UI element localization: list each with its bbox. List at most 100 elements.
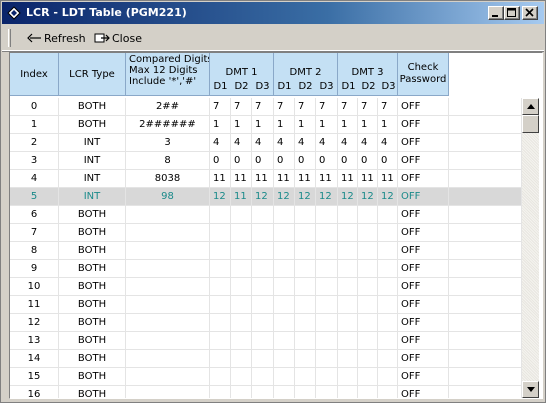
cell-dmt1-d2[interactable]: 4 [231,134,252,152]
cell-dmt1-d3[interactable] [252,260,274,278]
cell-dmt2-d3[interactable]: 1 [316,116,338,134]
vertical-scrollbar[interactable] [522,98,539,398]
cell-dmt1-d2[interactable] [231,242,252,260]
cell-check-password[interactable]: OFF [398,368,449,386]
cell-dmt1-d1[interactable] [210,278,231,296]
cell-dmt3-d1[interactable] [338,260,358,278]
cell-compared-digits[interactable]: 8038 [126,170,210,188]
cell-lcr-type[interactable]: BOTH [59,206,126,224]
cell-dmt2-d1[interactable] [274,224,295,242]
cell-dmt1-d3[interactable] [252,386,274,398]
cell-lcr-type[interactable]: BOTH [59,242,126,260]
cell-dmt3-d2[interactable] [358,242,378,260]
cell-dmt3-d2[interactable] [358,314,378,332]
cell-dmt3-d3[interactable]: 0 [378,152,398,170]
cell-dmt3-d1[interactable] [338,368,358,386]
cell-dmt2-d1[interactable] [274,332,295,350]
refresh-button[interactable]: Refresh [26,29,86,47]
cell-dmt1-d2[interactable] [231,224,252,242]
cell-check-password[interactable]: OFF [398,116,449,134]
cell-compared-digits[interactable]: 98 [126,188,210,206]
cell-dmt1-d1[interactable] [210,350,231,368]
cell-dmt3-d3[interactable] [378,350,398,368]
cell-dmt3-d2[interactable] [358,296,378,314]
cell-dmt3-d3[interactable] [378,332,398,350]
table-row[interactable]: 3 INT 8 0 0 0 0 0 0 0 0 0 OFF [10,152,522,170]
cell-dmt2-d1[interactable] [274,278,295,296]
table-row[interactable]: 2 INT 3 4 4 4 4 4 4 4 4 4 OFF [10,134,522,152]
cell-index[interactable]: 13 [10,332,59,350]
cell-dmt2-d2[interactable] [295,386,316,398]
cell-dmt2-d2[interactable] [295,296,316,314]
cell-dmt1-d3[interactable] [252,350,274,368]
cell-dmt2-d3[interactable]: 11 [316,170,338,188]
cell-dmt1-d1[interactable] [210,296,231,314]
cell-lcr-type[interactable]: BOTH [59,278,126,296]
cell-index[interactable]: 8 [10,242,59,260]
cell-dmt3-d3[interactable] [378,314,398,332]
cell-dmt2-d2[interactable]: 11 [295,170,316,188]
cell-lcr-type[interactable]: BOTH [59,224,126,242]
cell-dmt1-d3[interactable]: 1 [252,116,274,134]
cell-dmt1-d2[interactable] [231,332,252,350]
cell-dmt3-d2[interactable] [358,224,378,242]
cell-compared-digits[interactable] [126,314,210,332]
cell-dmt2-d3[interactable] [316,278,338,296]
table-row[interactable]: 5 INT 98 12 11 12 12 12 12 12 12 12 OFF [10,188,522,206]
cell-index[interactable]: 15 [10,368,59,386]
cell-dmt1-d1[interactable] [210,260,231,278]
cell-dmt1-d2[interactable]: 0 [231,152,252,170]
cell-dmt1-d2[interactable]: 11 [231,170,252,188]
cell-dmt3-d2[interactable] [358,386,378,398]
cell-index[interactable]: 14 [10,350,59,368]
cell-dmt3-d2[interactable]: 0 [358,152,378,170]
cell-dmt3-d2[interactable]: 4 [358,134,378,152]
cell-lcr-type[interactable]: BOTH [59,116,126,134]
cell-index[interactable]: 0 [10,98,59,116]
cell-dmt2-d1[interactable]: 1 [274,116,295,134]
cell-check-password[interactable]: OFF [398,386,449,398]
cell-compared-digits[interactable] [126,260,210,278]
cell-dmt1-d1[interactable]: 7 [210,98,231,116]
cell-dmt1-d2[interactable]: 7 [231,98,252,116]
cell-check-password[interactable]: OFF [398,206,449,224]
cell-dmt2-d1[interactable]: 11 [274,170,295,188]
cell-dmt3-d2[interactable] [358,350,378,368]
table-row[interactable]: 10 BOTH OFF [10,278,522,296]
maximize-button[interactable] [504,6,520,20]
table-row[interactable]: 13 BOTH OFF [10,332,522,350]
cell-dmt2-d2[interactable]: 7 [295,98,316,116]
cell-dmt2-d3[interactable] [316,332,338,350]
cell-dmt3-d1[interactable] [338,332,358,350]
cell-dmt3-d2[interactable] [358,332,378,350]
cell-check-password[interactable]: OFF [398,98,449,116]
cell-dmt2-d3[interactable] [316,314,338,332]
cell-dmt3-d1[interactable]: 11 [338,170,358,188]
cell-dmt1-d1[interactable]: 1 [210,116,231,134]
col-header-dmt2[interactable]: DMT 2 D1 D2 D3 [274,53,338,96]
cell-dmt1-d3[interactable] [252,332,274,350]
cell-dmt2-d2[interactable] [295,224,316,242]
table-row[interactable]: 11 BOTH OFF [10,296,522,314]
cell-dmt1-d1[interactable]: 4 [210,134,231,152]
cell-dmt1-d1[interactable] [210,386,231,398]
cell-dmt1-d1[interactable] [210,224,231,242]
cell-dmt2-d2[interactable] [295,314,316,332]
cell-index[interactable]: 6 [10,206,59,224]
cell-lcr-type[interactable]: BOTH [59,332,126,350]
cell-lcr-type[interactable]: BOTH [59,296,126,314]
cell-dmt3-d2[interactable] [358,368,378,386]
cell-dmt1-d1[interactable] [210,332,231,350]
cell-compared-digits[interactable]: 2###### [126,116,210,134]
cell-compared-digits[interactable] [126,386,210,398]
cell-dmt3-d1[interactable]: 12 [338,188,358,206]
cell-dmt1-d1[interactable]: 12 [210,188,231,206]
cell-dmt3-d3[interactable] [378,206,398,224]
table-row[interactable]: 14 BOTH OFF [10,350,522,368]
cell-dmt3-d3[interactable]: 7 [378,98,398,116]
cell-dmt1-d3[interactable]: 0 [252,152,274,170]
table-row[interactable]: 8 BOTH OFF [10,242,522,260]
cell-dmt2-d3[interactable] [316,206,338,224]
cell-dmt1-d3[interactable] [252,314,274,332]
cell-dmt2-d1[interactable] [274,368,295,386]
